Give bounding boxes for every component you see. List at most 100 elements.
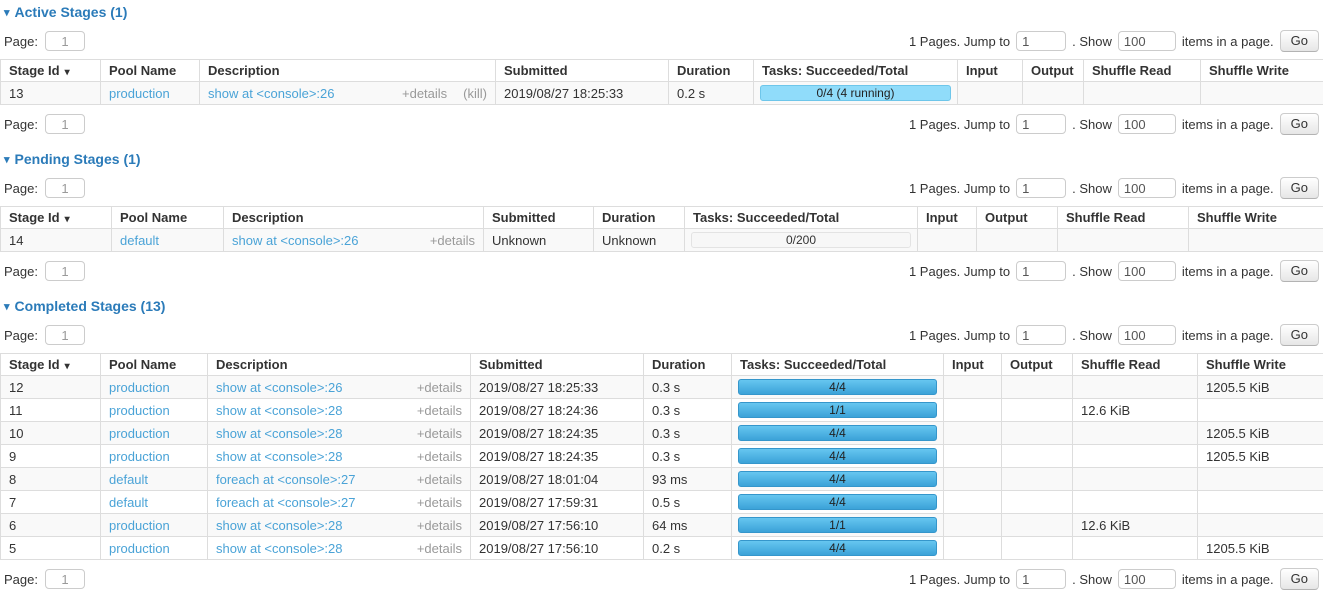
description-link[interactable]: foreach at <console>:27 — [216, 495, 356, 510]
col-header-stage-id[interactable]: Stage Id▾ — [1, 207, 112, 229]
description-link[interactable]: show at <console>:28 — [216, 426, 342, 441]
jump-to-input[interactable] — [1016, 114, 1066, 134]
details-toggle[interactable]: +details — [402, 86, 447, 101]
description-link[interactable]: show at <console>:28 — [216, 403, 342, 418]
tasks-progress-cell: 1/1 — [732, 399, 944, 422]
go-button[interactable]: Go — [1280, 568, 1319, 590]
description-link[interactable]: show at <console>:28 — [216, 518, 342, 533]
col-header-input[interactable]: Input — [918, 207, 977, 229]
page-input[interactable] — [45, 569, 85, 589]
pages-count-text: 1 Pages. Jump to — [909, 328, 1010, 343]
sort-desc-arrow-icon: ▾ — [65, 214, 70, 225]
col-header-input[interactable]: Input — [958, 60, 1023, 82]
details-toggle[interactable]: +details — [417, 380, 462, 395]
details-toggle[interactable]: +details — [417, 518, 462, 533]
go-button[interactable]: Go — [1280, 113, 1319, 135]
col-header-shuffle-read[interactable]: Shuffle Read — [1084, 60, 1201, 82]
col-header-duration[interactable]: Duration — [594, 207, 685, 229]
pool-name-link[interactable]: production — [109, 380, 170, 395]
jump-to-input[interactable] — [1016, 325, 1066, 345]
col-header-tasks-succeeded-total[interactable]: Tasks: Succeeded/Total — [685, 207, 918, 229]
section-header-pending[interactable]: ▾Pending Stages (1) — [4, 151, 1323, 167]
pagination-bottom-pending: Page:1 Pages. Jump to. Showitems in a pa… — [4, 260, 1319, 282]
pool-name-link[interactable]: production — [109, 449, 170, 464]
details-toggle[interactable]: +details — [417, 541, 462, 556]
show-items-input[interactable] — [1118, 569, 1176, 589]
page-input[interactable] — [45, 178, 85, 198]
show-items-input[interactable] — [1118, 31, 1176, 51]
pool-name-link[interactable]: production — [109, 518, 170, 533]
go-button[interactable]: Go — [1280, 30, 1319, 52]
go-button[interactable]: Go — [1280, 177, 1319, 199]
col-header-pool-name[interactable]: Pool Name — [112, 207, 224, 229]
duration-cell: 0.5 s — [644, 491, 732, 514]
col-header-description[interactable]: Description — [224, 207, 484, 229]
col-header-description[interactable]: Description — [200, 60, 496, 82]
pool-name-link[interactable]: production — [109, 403, 170, 418]
col-header-description[interactable]: Description — [208, 354, 471, 376]
show-items-input[interactable] — [1118, 178, 1176, 198]
description-link[interactable]: show at <console>:26 — [216, 380, 342, 395]
col-header-submitted[interactable]: Submitted — [471, 354, 644, 376]
col-header-pool-name[interactable]: Pool Name — [101, 60, 200, 82]
page-input[interactable] — [45, 261, 85, 281]
col-header-submitted[interactable]: Submitted — [484, 207, 594, 229]
col-header-stage-id[interactable]: Stage Id▾ — [1, 354, 101, 376]
description-link[interactable]: foreach at <console>:27 — [216, 472, 356, 487]
jump-to-input[interactable] — [1016, 569, 1066, 589]
submitted-cell: 2019/08/27 18:25:33 — [471, 376, 644, 399]
col-header-shuffle-read[interactable]: Shuffle Read — [1058, 207, 1189, 229]
page-input[interactable] — [45, 325, 85, 345]
jump-to-input[interactable] — [1016, 31, 1066, 51]
show-items-input[interactable] — [1118, 261, 1176, 281]
details-toggle[interactable]: +details — [417, 472, 462, 487]
show-items-input[interactable] — [1118, 325, 1176, 345]
output-cell — [1002, 491, 1073, 514]
description-link[interactable]: show at <console>:26 — [208, 86, 334, 101]
page-input[interactable] — [45, 114, 85, 134]
col-header-input[interactable]: Input — [944, 354, 1002, 376]
show-items-input[interactable] — [1118, 114, 1176, 134]
col-header-shuffle-read[interactable]: Shuffle Read — [1073, 354, 1198, 376]
pool-name-link[interactable]: default — [120, 233, 159, 248]
col-header-submitted[interactable]: Submitted — [496, 60, 669, 82]
details-toggle[interactable]: +details — [417, 426, 462, 441]
page-input[interactable] — [45, 31, 85, 51]
col-header-tasks-succeeded-total[interactable]: Tasks: Succeeded/Total — [732, 354, 944, 376]
col-header-output[interactable]: Output — [977, 207, 1058, 229]
col-header-tasks-succeeded-total[interactable]: Tasks: Succeeded/Total — [754, 60, 958, 82]
submitted-cell: 2019/08/27 17:56:10 — [471, 514, 644, 537]
col-header-output[interactable]: Output — [1002, 354, 1073, 376]
section-completed: ▾Completed Stages (13)Page:1 Pages. Jump… — [0, 298, 1323, 590]
pagination-bottom-active: Page:1 Pages. Jump to. Showitems in a pa… — [4, 113, 1319, 135]
go-button[interactable]: Go — [1280, 324, 1319, 346]
details-toggle[interactable]: +details — [430, 233, 475, 248]
section-header-active[interactable]: ▾Active Stages (1) — [4, 4, 1323, 20]
input-cell — [944, 468, 1002, 491]
go-button[interactable]: Go — [1280, 260, 1319, 282]
description-link[interactable]: show at <console>:26 — [232, 233, 358, 248]
pool-name-link[interactable]: production — [109, 86, 170, 101]
details-toggle[interactable]: +details — [417, 403, 462, 418]
tasks-progress-cell: 4/4 — [732, 468, 944, 491]
col-header-shuffle-write[interactable]: Shuffle Write — [1189, 207, 1323, 229]
col-header-duration[interactable]: Duration — [644, 354, 732, 376]
col-header-shuffle-write[interactable]: Shuffle Write — [1201, 60, 1323, 82]
pool-name-link[interactable]: default — [109, 472, 148, 487]
col-header-pool-name[interactable]: Pool Name — [101, 354, 208, 376]
col-header-duration[interactable]: Duration — [669, 60, 754, 82]
col-header-shuffle-write[interactable]: Shuffle Write — [1198, 354, 1323, 376]
description-link[interactable]: show at <console>:28 — [216, 541, 342, 556]
section-header-completed[interactable]: ▾Completed Stages (13) — [4, 298, 1323, 314]
details-toggle[interactable]: +details — [417, 449, 462, 464]
jump-to-input[interactable] — [1016, 178, 1066, 198]
col-header-stage-id[interactable]: Stage Id▾ — [1, 60, 101, 82]
pool-name-link[interactable]: default — [109, 495, 148, 510]
col-header-output[interactable]: Output — [1023, 60, 1084, 82]
description-link[interactable]: show at <console>:28 — [216, 449, 342, 464]
pool-name-link[interactable]: production — [109, 541, 170, 556]
kill-link[interactable]: (kill) — [463, 86, 487, 101]
pool-name-link[interactable]: production — [109, 426, 170, 441]
details-toggle[interactable]: +details — [417, 495, 462, 510]
jump-to-input[interactable] — [1016, 261, 1066, 281]
